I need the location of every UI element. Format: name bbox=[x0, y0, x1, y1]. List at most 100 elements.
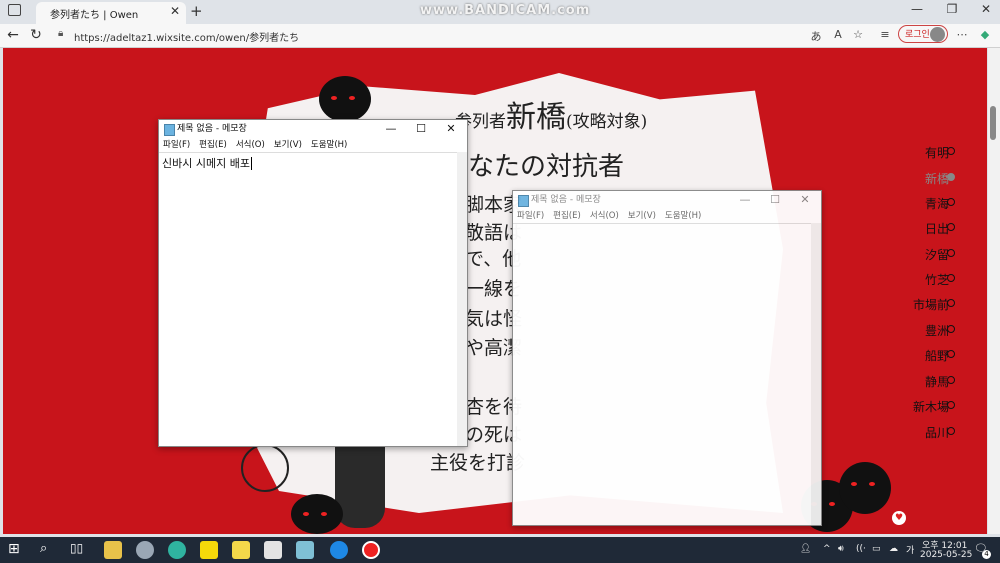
nav-dot[interactable] bbox=[947, 376, 955, 384]
notepad-titlebar[interactable]: 제목 없음 - 메모장 — ☐ ✕ bbox=[159, 120, 467, 138]
taskbar: ⊞ ⌕ ▯▯ 👤︎ ^ 🔊︎ ((· ▭ ☁ 가 오후 12:01 2025-0… bbox=[0, 537, 1000, 563]
maximize-icon[interactable]: ☐ bbox=[761, 191, 789, 209]
wifi-icon[interactable]: ((· bbox=[856, 544, 866, 554]
nav-dot[interactable] bbox=[947, 350, 955, 358]
tab-close-icon[interactable]: ✕ bbox=[170, 4, 180, 18]
menu-file[interactable]: 파일(F) bbox=[517, 211, 544, 221]
volume-icon[interactable]: 🔊︎ bbox=[838, 544, 844, 554]
search-icon[interactable]: ⌕ bbox=[40, 541, 47, 556]
nav-dot[interactable] bbox=[947, 198, 955, 206]
url-field[interactable]: https://adeltaz1.wixsite.com/owen/参列者たち bbox=[74, 29, 299, 44]
menu-edit[interactable]: 편집(E) bbox=[553, 211, 581, 221]
favorites-list-icon[interactable]: ≡ bbox=[877, 28, 893, 41]
nav-dot[interactable] bbox=[947, 427, 955, 435]
nav-item[interactable]: 船野 bbox=[925, 347, 949, 364]
minimize-icon[interactable]: — bbox=[377, 120, 405, 138]
notepad-titlebar[interactable]: 제목 없음 - 메모장 — ☐ ✕ bbox=[513, 191, 821, 209]
minimize-icon[interactable]: — bbox=[905, 2, 929, 16]
notepad-menubar: 파일(F) 편집(E) 서식(O) 보기(V) 도움말(H) bbox=[159, 138, 467, 152]
notepad-taskbar-icon[interactable] bbox=[296, 541, 314, 559]
app-icon[interactable] bbox=[136, 541, 154, 559]
nav-item[interactable]: 汐留 bbox=[925, 246, 949, 263]
nav-item[interactable]: 新木場 bbox=[913, 398, 949, 415]
nav-item[interactable]: 有明 bbox=[925, 144, 949, 161]
refresh-icon[interactable]: ↻ bbox=[27, 27, 45, 43]
nav-item[interactable]: 品川 bbox=[925, 424, 949, 441]
nav-dot-active[interactable] bbox=[947, 173, 955, 181]
menu-help[interactable]: 도움말(H) bbox=[665, 211, 701, 221]
windows-start-icon[interactable]: ⊞ bbox=[8, 541, 20, 557]
tab-bar: 参列者たち | Owen ✕ + www.BANDICAM.com — ❐ ✕ bbox=[0, 0, 1000, 24]
translate-icon[interactable]: あ bbox=[808, 28, 824, 44]
tab-title: 参列者たち | Owen bbox=[50, 10, 139, 21]
menu-format[interactable]: 서식(O) bbox=[236, 140, 265, 150]
cloud-icon[interactable]: ☁ bbox=[889, 544, 898, 554]
menu-file[interactable]: 파일(F) bbox=[163, 140, 190, 150]
menu-view[interactable]: 보기(V) bbox=[628, 211, 656, 221]
maximize-icon[interactable]: ❐ bbox=[940, 2, 964, 16]
maximize-icon[interactable]: ☐ bbox=[407, 120, 435, 138]
site-info-icon[interactable]: 🔒︎ bbox=[58, 28, 63, 39]
tab-actions-icon[interactable] bbox=[8, 4, 21, 16]
nav-item[interactable]: 日出 bbox=[925, 220, 949, 237]
notepad-text: 신바시 시메지 배포 bbox=[162, 157, 250, 170]
scrollbar-thumb[interactable] bbox=[990, 106, 996, 140]
sticky-notes-icon[interactable] bbox=[232, 541, 250, 559]
tagline: なたの対抗者 bbox=[468, 152, 625, 182]
nav-dot[interactable] bbox=[947, 401, 955, 409]
nav-dot[interactable] bbox=[947, 147, 955, 155]
notepad-title: 제목 없음 - 메모장 bbox=[531, 195, 601, 205]
task-view-icon[interactable]: ▯▯ bbox=[70, 541, 83, 555]
nav-item[interactable]: 静馬 bbox=[925, 373, 949, 390]
browser-tab[interactable]: 参列者たち | Owen ✕ bbox=[36, 2, 186, 24]
nav-dot[interactable] bbox=[947, 274, 955, 282]
read-aloud-icon[interactable]: A bbox=[830, 28, 846, 41]
clock-date[interactable]: 2025-05-25 bbox=[920, 550, 972, 560]
notepad-icon bbox=[518, 195, 529, 207]
nav-item[interactable]: 青海 bbox=[925, 195, 949, 212]
avatar[interactable] bbox=[930, 27, 945, 42]
people-icon[interactable]: 👤︎ bbox=[800, 544, 811, 554]
notepad-scrollbar[interactable] bbox=[457, 152, 467, 446]
edge-icon[interactable] bbox=[330, 541, 348, 559]
file-explorer-icon[interactable] bbox=[104, 541, 122, 559]
notification-badge: 4 bbox=[982, 550, 991, 559]
close-icon[interactable]: ✕ bbox=[437, 120, 465, 138]
menu-help[interactable]: 도움말(H) bbox=[311, 140, 347, 150]
back-icon[interactable]: ← bbox=[4, 27, 22, 43]
new-tab-icon[interactable]: + bbox=[190, 2, 203, 20]
favorite-star-icon[interactable]: ☆ bbox=[850, 28, 866, 41]
bandicam-icon[interactable] bbox=[362, 541, 380, 559]
battery-icon[interactable]: ▭ bbox=[872, 544, 881, 554]
menu-edit[interactable]: 편집(E) bbox=[199, 140, 227, 150]
nav-item[interactable]: 市場前 bbox=[913, 296, 949, 313]
notepad-text-area[interactable]: 신바시 시메지 배포 bbox=[159, 152, 457, 446]
app-icon[interactable] bbox=[264, 541, 282, 559]
nav-item[interactable]: 豊洲 bbox=[925, 322, 949, 339]
nav-dot[interactable] bbox=[947, 223, 955, 231]
close-icon[interactable]: ✕ bbox=[791, 191, 819, 209]
minimize-icon[interactable]: — bbox=[731, 191, 759, 209]
nav-dot[interactable] bbox=[947, 299, 955, 307]
circle-button[interactable] bbox=[241, 444, 289, 492]
notepad-title: 제목 없음 - 메모장 bbox=[177, 124, 247, 134]
ime-indicator[interactable]: 가 bbox=[906, 543, 914, 556]
kakaotalk-icon[interactable] bbox=[200, 541, 218, 559]
text-cursor bbox=[250, 157, 252, 170]
menu-format[interactable]: 서식(O) bbox=[590, 211, 619, 221]
notepad-scrollbar[interactable] bbox=[811, 223, 821, 525]
more-menu-icon[interactable]: ⋯ bbox=[954, 28, 970, 41]
nav-dot[interactable] bbox=[947, 249, 955, 257]
copilot-icon[interactable]: ◆ bbox=[977, 28, 993, 41]
menu-view[interactable]: 보기(V) bbox=[274, 140, 302, 150]
nav-dot[interactable] bbox=[947, 325, 955, 333]
nav-item[interactable]: 竹芝 bbox=[925, 271, 949, 288]
close-window-icon[interactable]: ✕ bbox=[974, 2, 998, 16]
notepad-text-area[interactable] bbox=[513, 223, 811, 525]
black-cat-icon bbox=[839, 462, 891, 514]
notepad-window-2[interactable]: 제목 없음 - 메모장 — ☐ ✕ 파일(F) 편집(E) 서식(O) 보기(V) 도움… bbox=[512, 190, 822, 526]
notepad-window-1[interactable]: 제목 없음 - 메모장 — ☐ ✕ 파일(F) 편집(E) 서식(O) 보기(V) 도움… bbox=[158, 119, 468, 447]
edge-dev-icon[interactable] bbox=[168, 541, 186, 559]
nav-item-active[interactable]: 新橋 bbox=[925, 170, 949, 187]
tray-chevron-icon[interactable]: ^ bbox=[823, 544, 831, 554]
